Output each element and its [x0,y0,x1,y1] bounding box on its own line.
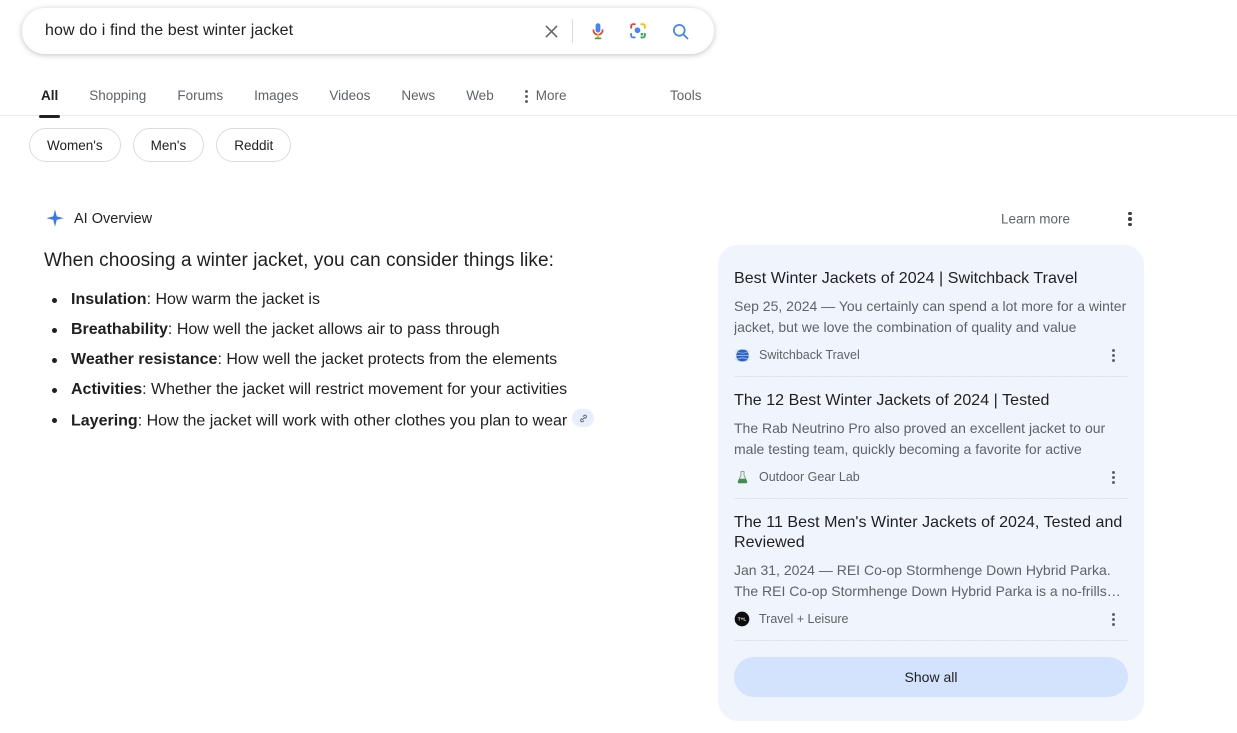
tab-videos[interactable]: Videos [329,76,370,117]
source-title[interactable]: Best Winter Jackets of 2024 | Switchback… [734,269,1128,289]
flask-icon [734,469,750,485]
dots-vertical-icon [1111,470,1115,484]
search-nav-inner: All Shopping Forums Images Videos News W… [0,76,1237,118]
filter-chip-womens[interactable]: Women's [29,128,121,162]
dots-vertical-icon [1128,211,1132,227]
source-footer: Outdoor Gear Lab [734,466,1128,488]
dots-vertical-icon [1111,348,1115,362]
tab-news-label: News [401,88,436,103]
source-card[interactable]: Best Winter Jackets of 2024 | Switchback… [734,255,1128,377]
search-bar-divider [572,19,573,43]
list-item: Insulation: How warm the jacket is [44,289,684,311]
source-name: Outdoor Gear Lab [759,470,860,484]
source-options-button[interactable] [1102,608,1124,630]
show-all-button[interactable]: Show all [734,657,1128,697]
svg-text:T+L: T+L [738,617,747,622]
more-filters-button[interactable]: More [524,76,567,117]
ai-overview-body: When choosing a winter jacket, you can c… [44,247,684,441]
list-item-term: Weather resistance [71,351,218,368]
tab-web-label: Web [466,88,494,103]
ai-overview-title: AI Overview [74,211,153,227]
list-item-text: How well the jacket allows air to pass t… [176,321,500,338]
source-options-button[interactable] [1102,466,1124,488]
list-item: Activities: Whether the jacket will rest… [44,379,684,401]
ai-overview-sources-panel: Best Winter Jackets of 2024 | Switchback… [718,245,1144,721]
tab-shopping[interactable]: Shopping [89,76,146,117]
source-options-button[interactable] [1102,344,1124,366]
list-item-term: Insulation [71,291,147,308]
tab-forums[interactable]: Forums [177,76,223,117]
list-item-term: Breathability [71,321,168,338]
close-icon[interactable] [534,14,568,48]
search-nav-bar: All Shopping Forums Images Videos News W… [0,76,1237,118]
source-footer: Switchback Travel [734,344,1128,366]
sparkle-icon [44,208,66,230]
source-title[interactable]: The 12 Best Winter Jackets of 2024 | Tes… [734,391,1128,411]
tab-all[interactable]: All [38,76,61,118]
globe-icon [734,347,750,363]
search-bar-container: how do i find the best winter jacket [22,8,714,54]
list-item-separator: : [142,381,152,398]
ai-overview-section: AI Overview Learn more When choosing a w… [44,203,1144,430]
search-icon[interactable] [663,14,697,48]
source-snippet: Sep 25, 2024 — You certainly can spend a… [734,298,1127,335]
filter-chip-label: Men's [150,137,187,153]
list-item-term: Layering [71,412,138,430]
list-item-term: Activities [71,381,143,398]
ai-overview-list: Insulation: How warm the jacket is Breat… [44,289,684,433]
ai-overview-options-button[interactable] [1116,205,1144,233]
link-icon[interactable] [572,409,595,427]
filter-chip-label: Women's [47,137,103,153]
tab-videos-label: Videos [329,88,371,103]
source-card[interactable]: The 12 Best Winter Jackets of 2024 | Tes… [734,377,1128,499]
tab-images-label: Images [254,88,299,103]
list-item: Weather resistance: How well the jacket … [44,349,684,371]
dots-vertical-icon [1111,612,1115,626]
search-bar[interactable]: how do i find the best winter jacket [22,8,714,54]
tab-news[interactable]: News [401,76,435,117]
filter-chip-mens[interactable]: Men's [132,128,205,162]
source-title[interactable]: The 11 Best Men's Winter Jackets of 2024… [734,513,1128,553]
source-card[interactable]: The 11 Best Men's Winter Jackets of 2024… [734,499,1128,641]
source-footer: T+L Travel + Leisure [734,608,1128,630]
ai-overview-lead-text: When choosing a winter jacket, you can c… [44,250,554,271]
travel-leisure-icon: T+L [734,611,750,627]
tab-images[interactable]: Images [254,76,298,117]
learn-more-link[interactable]: Learn more [1001,212,1070,227]
tools-label: Tools [670,88,702,103]
source-name: Switchback Travel [759,348,860,362]
tab-forums-label: Forums [177,88,224,103]
tools-button[interactable]: Tools [670,76,702,117]
list-item: Layering: How the jacket will work with … [44,409,684,433]
google-lens-icon[interactable] [621,14,655,48]
list-item-separator: : [217,351,227,368]
tab-all-label: All [41,88,59,103]
filter-chip-reddit[interactable]: Reddit [216,128,292,162]
ai-overview-header: AI Overview Learn more [44,203,1144,235]
list-item-text: Whether the jacket will restrict movemen… [151,381,568,398]
filter-chip-row: Women's Men's Reddit [29,128,292,162]
tab-shopping-label: Shopping [89,88,147,103]
tab-web[interactable]: Web [466,76,494,117]
list-item-text: How warm the jacket is [155,291,320,308]
source-snippet: Jan 31, 2024 — REI Co-op Stormhenge Down… [734,562,1121,599]
list-item-text: How well the jacket protects from the el… [226,351,558,368]
dots-vertical-icon [524,89,528,103]
list-item: Breathability: How well the jacket allow… [44,319,684,341]
filter-chip-label: Reddit [234,137,274,153]
list-item-separator: : [167,321,177,338]
microphone-icon[interactable] [581,14,615,48]
list-item-separator: : [137,412,147,430]
more-filters-label: More [535,88,567,103]
source-name: Travel + Leisure [759,612,849,626]
search-input[interactable]: how do i find the best winter jacket [45,19,534,43]
source-snippet: The Rab Neutrino Pro also proved an exce… [734,420,1106,457]
list-item-text: How the jacket will work with other clot… [146,412,568,430]
